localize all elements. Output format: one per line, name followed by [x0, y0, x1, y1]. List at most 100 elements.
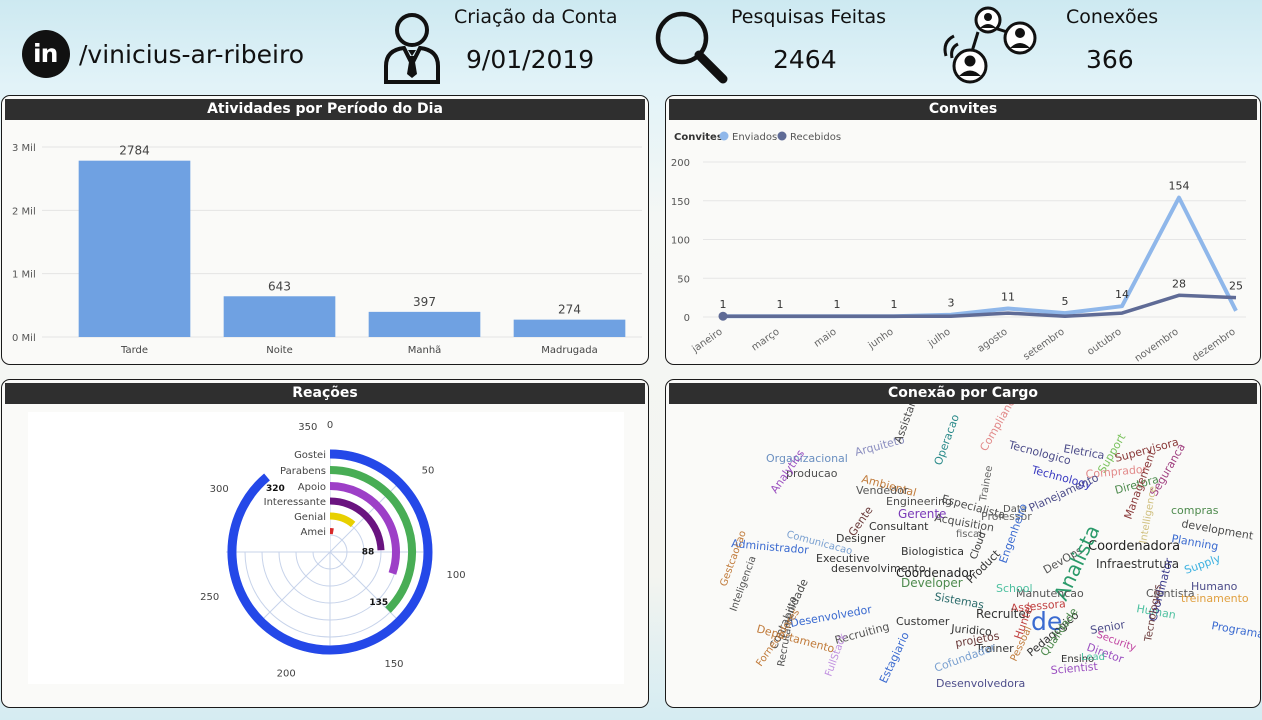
category-label: Genial: [294, 512, 326, 523]
data-label: 25: [1229, 280, 1243, 293]
wordcloud-word: Organizacional: [766, 452, 848, 465]
y-tick-label: 3 Mil: [12, 143, 36, 154]
linkedin-icon[interactable]: in: [22, 30, 70, 78]
x-tick-label: Manhã: [408, 345, 442, 356]
data-label: 11: [1001, 290, 1015, 303]
y-tick-label: 1 Mil: [12, 270, 36, 281]
person-tie-icon: [384, 13, 440, 84]
angle-tick-label: 100: [447, 570, 466, 581]
angle-tick-label: 250: [200, 592, 219, 603]
bar: [513, 319, 626, 337]
invites-line-chart: Convites Enviados Recebidos 0 50 100 150 200 jan…: [671, 131, 1246, 364]
y-tick-label: 2 Mil: [12, 206, 36, 217]
bar-data-label: 2784: [119, 144, 150, 158]
angle-tick-label: 0: [327, 420, 333, 431]
bar-data-label: 397: [413, 295, 436, 309]
wordcloud-word: FullStack: [823, 632, 849, 678]
radial-data-label: 320: [266, 484, 285, 494]
data-label: 28: [1172, 277, 1186, 290]
wordcloud-word: desenvolvimento: [831, 562, 926, 575]
kpi-value-searches: 2464: [773, 45, 837, 74]
x-tick-label: novembro: [1133, 326, 1181, 364]
y-tick-label: 100: [671, 236, 690, 247]
profile-handle[interactable]: /vinicius-ar-ribeiro: [79, 40, 304, 69]
bar: [78, 160, 191, 337]
kpi-value-account-creation: 9/01/2019: [466, 45, 595, 74]
panel-conexao: Conexão por Cargo Organizacional Arquitet…: [665, 379, 1261, 708]
x-tick-label: Tarde: [120, 345, 148, 356]
network-people-icon: [943, 6, 1037, 84]
panel-title: Conexão por Cargo: [669, 383, 1257, 404]
wordcloud-word: Developer: [901, 576, 963, 590]
data-label: 154: [1169, 180, 1190, 193]
panel-title: Atividades por Período do Dia: [5, 99, 645, 120]
kpi-label-connections: Conexões: [1066, 6, 1159, 28]
wordcloud-word: Supply: [1183, 552, 1223, 577]
angle-tick-label: 200: [277, 668, 296, 679]
bar-data-label: 643: [268, 279, 291, 293]
data-label: 1: [891, 298, 898, 311]
wordcloud-word: School: [996, 582, 1033, 595]
kpi-label-account-creation: Criação da Conta: [454, 6, 618, 28]
data-point: [718, 311, 728, 321]
x-tick-label: janeiro: [690, 326, 725, 355]
y-tick-label: 50: [677, 274, 690, 285]
data-label: 1: [834, 298, 841, 311]
wordcloud-word: Desenvolvedora: [936, 677, 1025, 690]
header: in /vinicius-ar-ribeiro Criação da Conta…: [0, 0, 1262, 92]
angle-tick-label: 150: [384, 659, 403, 670]
x-tick-label: maio: [812, 326, 839, 349]
series-line-enviados: [723, 195, 1238, 319]
legend-entry: Enviados: [732, 132, 777, 143]
data-label: 14: [1115, 288, 1129, 301]
category-label: Interessante: [264, 497, 326, 508]
radial-data-label: 135: [369, 598, 388, 608]
panel-convites: Convites Convites Enviados Recebidos 0 50 100…: [665, 95, 1261, 365]
panel-atividades: Atividades por Período do Dia 0 Mil 1 Mil…: [1, 95, 649, 365]
wordcloud-word: Coordenadora: [1088, 539, 1180, 554]
legend-title: Convites: [674, 132, 723, 143]
wordcloud-word: Biologistica: [901, 545, 964, 558]
radial-data-label: 88: [362, 548, 375, 558]
x-tick-label: julho: [926, 326, 953, 350]
category-label: Gostei: [294, 450, 326, 461]
wordcloud-word: Estagiario: [877, 630, 912, 685]
data-label: 5: [1062, 295, 1069, 308]
y-tick-label: 150: [671, 197, 690, 208]
activities-bar-chart: 0 Mil 1 Mil 2 Mil 3 Mil 2784 Tarde 643 Noite 397…: [12, 143, 642, 356]
x-tick-label: outubro: [1085, 326, 1123, 357]
kpi-value-connections: 366: [1086, 45, 1134, 74]
series-line-recebidos: [723, 293, 1237, 318]
data-label: 1: [720, 298, 727, 311]
angle-tick-label: 50: [422, 466, 435, 477]
bar: [368, 311, 481, 337]
x-tick-label: dezembro: [1190, 326, 1237, 364]
x-tick-label: junho: [866, 326, 896, 352]
legend-marker: [719, 131, 729, 141]
wordcloud-word: Programador: [1210, 619, 1260, 644]
legend-entry: Recebidos: [790, 132, 841, 143]
bar-data-label: 274: [558, 303, 581, 317]
role-wordcloud: Organizacional ArquitetoAssistant Complian…: [718, 404, 1260, 690]
bar: [223, 296, 336, 337]
category-label: Apoio: [298, 482, 326, 493]
wordcloud-word: Lead: [1081, 652, 1105, 663]
x-tick-label: Madrugada: [541, 345, 598, 356]
wordcloud-word: Designer: [836, 532, 886, 545]
wordcloud-word: Operacao: [932, 412, 963, 467]
kpi-label-searches: Pesquisas Feitas: [731, 6, 887, 28]
x-tick-label: setembro: [1021, 326, 1066, 362]
data-label: 1: [777, 298, 784, 311]
wordcloud-word: treinamento: [1181, 592, 1249, 605]
y-tick-label: 0 Mil: [12, 333, 36, 344]
data-label: 3: [948, 297, 955, 310]
x-tick-label: março: [750, 326, 782, 353]
x-tick-label: Noite: [266, 345, 292, 356]
x-tick-label: agosto: [976, 326, 1010, 354]
panel-title: Convites: [669, 99, 1257, 120]
angle-tick-label: 300: [210, 484, 229, 495]
panel-reacoes: Reações Gostei Parabens Apoio Interessante G…: [1, 379, 649, 708]
legend-marker: [777, 131, 787, 141]
wordcloud-word: Customer: [896, 615, 950, 628]
panel-title: Reações: [5, 383, 645, 404]
